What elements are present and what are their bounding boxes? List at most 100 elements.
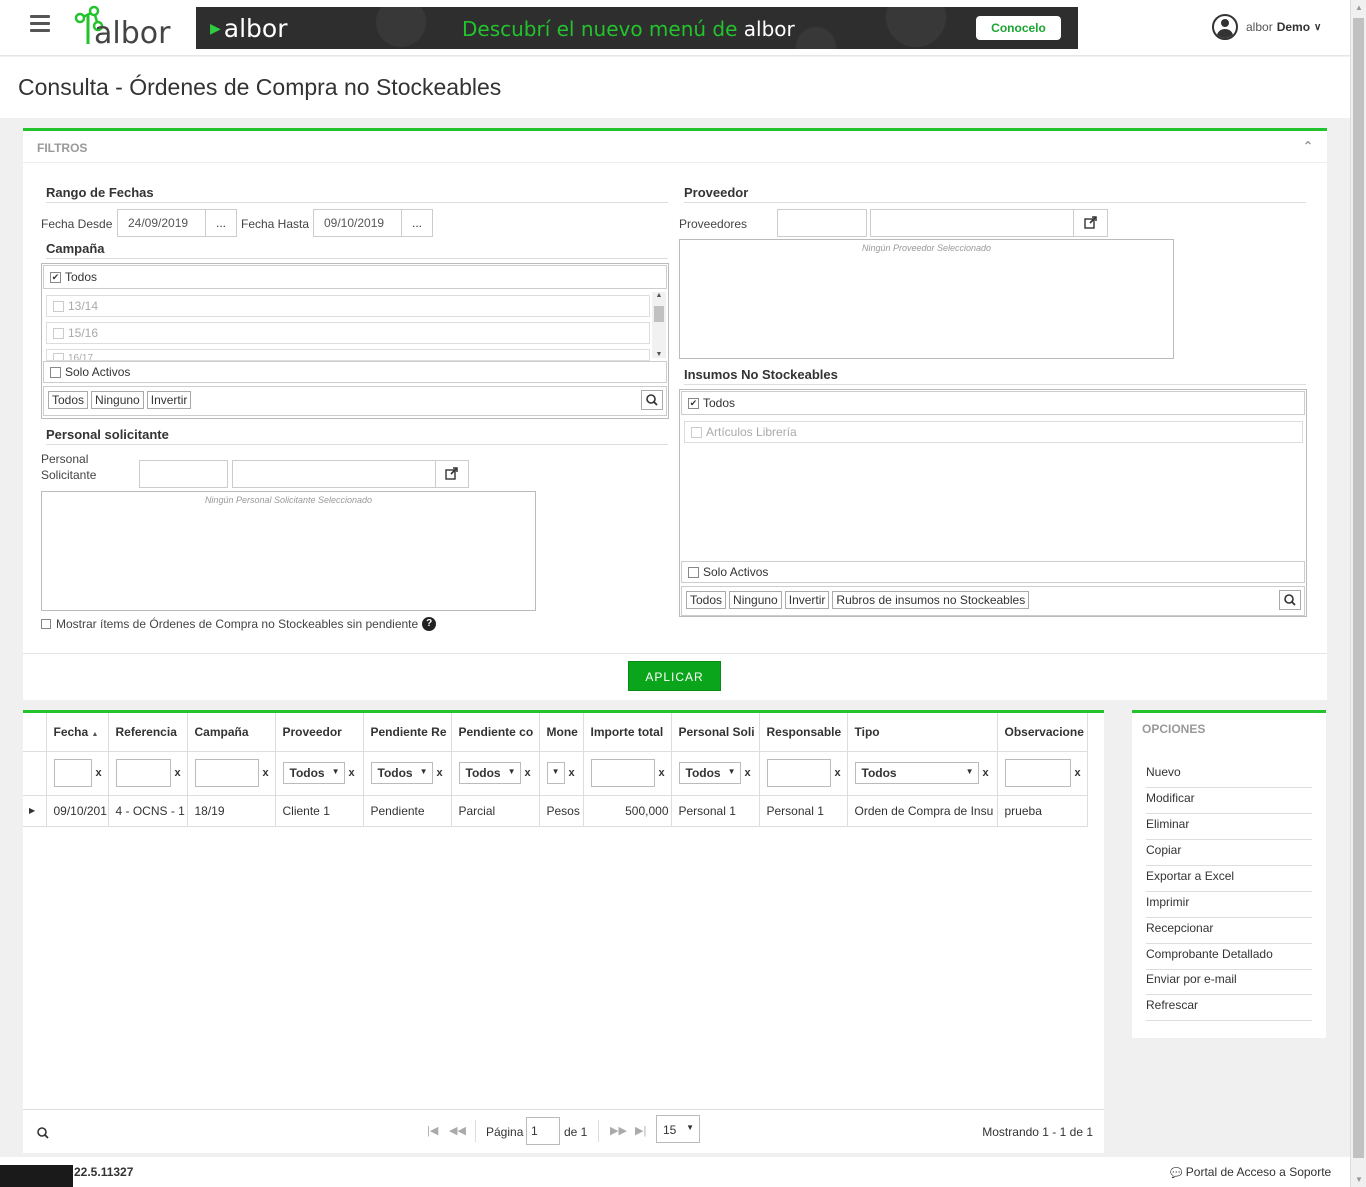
supplies-all-option[interactable]: ✔ Todos xyxy=(681,391,1305,415)
requester-code-input[interactable] xyxy=(139,460,228,488)
option-enviar-email[interactable]: Enviar por e-mail xyxy=(1146,969,1312,995)
column-header-moneda[interactable]: Mone xyxy=(539,713,584,752)
clear-filter-icon[interactable]: x xyxy=(569,767,575,779)
row-expand-icon[interactable]: ▶ xyxy=(23,795,47,827)
clear-filter-icon[interactable]: x xyxy=(437,767,443,779)
column-header-proveedor[interactable]: Proveedor xyxy=(275,713,364,752)
search-icon[interactable] xyxy=(36,1126,50,1140)
column-header-pendiente-compra[interactable]: Pendiente co xyxy=(451,713,540,752)
last-page-icon[interactable]: ▶| xyxy=(635,1124,646,1137)
column-header-personal-solicitante[interactable]: Personal Soli xyxy=(671,713,760,752)
page-number-input[interactable]: 1 xyxy=(526,1117,560,1145)
filter-responsable-input[interactable] xyxy=(766,759,831,787)
campaign-invert-button[interactable]: Invertir xyxy=(146,391,192,409)
option-imprimir[interactable]: Imprimir xyxy=(1146,892,1312,918)
clear-filter-icon[interactable]: x xyxy=(349,767,355,779)
option-comprobante-detallado[interactable]: Comprobante Detallado xyxy=(1146,944,1312,970)
filters-header[interactable]: FILTROS ⌃ xyxy=(23,131,1327,163)
column-header-responsable[interactable]: Responsable xyxy=(759,713,848,752)
filter-fecha-input[interactable] xyxy=(53,759,92,787)
albor-logo[interactable]: albor xyxy=(70,4,180,52)
promo-banner[interactable]: ▶ albor Descubrí el nuevo menú de albor C… xyxy=(196,7,1078,49)
supplies-invert-button[interactable]: Invertir xyxy=(784,591,830,609)
campaign-option[interactable]: 13/14 xyxy=(46,295,650,317)
user-menu[interactable]: albor Demo ∨ xyxy=(1212,14,1321,40)
supplies-categories-button[interactable]: Rubros de insumos no Stockeables xyxy=(832,591,1030,609)
filter-moneda-select[interactable]: ▼ xyxy=(546,762,565,784)
filter-proveedor-select[interactable]: Todos ▼ xyxy=(282,762,345,784)
filter-personal-select[interactable]: Todos ▼ xyxy=(678,762,741,784)
column-header-tipo[interactable]: Tipo xyxy=(847,713,998,752)
collapse-chevron-icon[interactable]: ⌃ xyxy=(1303,139,1313,153)
filter-referencia-input[interactable] xyxy=(115,759,171,787)
support-portal-link[interactable]: 💬 Portal de Acceso a Soporte xyxy=(1170,1165,1331,1179)
first-page-icon[interactable]: |◀ xyxy=(427,1124,438,1137)
filter-tipo-select[interactable]: Todos ▼ xyxy=(854,762,979,784)
option-exportar-excel[interactable]: Exportar a Excel xyxy=(1146,866,1312,892)
option-modificar[interactable]: Modificar xyxy=(1146,788,1312,814)
option-nuevo[interactable]: Nuevo xyxy=(1146,762,1312,788)
show-no-pending-option[interactable]: Mostrar ítems de Órdenes de Compra no St… xyxy=(41,617,437,631)
scroll-up-icon[interactable]: ▲ xyxy=(1355,3,1363,12)
campaign-only-active[interactable]: Solo Activos xyxy=(43,361,667,383)
campaign-all-button[interactable]: Todos xyxy=(48,391,89,409)
supplies-none-button[interactable]: Ninguno xyxy=(729,591,782,609)
cell-campana: 18/19 xyxy=(187,795,276,827)
apply-button[interactable]: APLICAR xyxy=(628,661,721,691)
supplies-only-active[interactable]: Solo Activos xyxy=(681,561,1305,583)
banner-conocelo-button[interactable]: Conocelo xyxy=(976,16,1061,40)
clear-filter-icon[interactable]: x xyxy=(745,767,751,779)
clear-filter-icon[interactable]: x xyxy=(1075,767,1081,779)
filter-importe-input[interactable] xyxy=(590,759,655,787)
scrollbar-thumb[interactable] xyxy=(1353,18,1364,1158)
filter-pendiente-recepcion-select[interactable]: Todos ▼ xyxy=(370,762,433,784)
clear-filter-icon[interactable]: x xyxy=(525,767,531,779)
supplies-search-button[interactable] xyxy=(1279,590,1301,610)
clear-filter-icon[interactable]: x xyxy=(263,767,269,779)
campaign-scrollbar[interactable]: ▲ ▼ xyxy=(652,292,666,358)
campaign-option[interactable]: 16/17 xyxy=(46,349,650,361)
supplier-name-input[interactable] xyxy=(870,209,1074,237)
campaign-option[interactable]: 15/16 xyxy=(46,322,650,344)
date-from-input[interactable]: 24/09/2019 xyxy=(117,209,206,237)
option-recepcionar[interactable]: Recepcionar xyxy=(1146,918,1312,944)
column-header-pendiente-recepcion[interactable]: Pendiente Re xyxy=(363,713,452,752)
supplies-all-button[interactable]: Todos xyxy=(686,591,727,609)
column-header-importe-total[interactable]: Importe total xyxy=(583,713,672,752)
help-icon[interactable]: ? xyxy=(422,617,437,631)
column-header-campana[interactable]: Campaña xyxy=(187,713,276,752)
table-row[interactable]: ▶ 09/10/201 4 - OCNS - 1 18/19 Cliente 1… xyxy=(23,795,1088,827)
option-refrescar[interactable]: Refrescar xyxy=(1146,995,1312,1021)
scroll-down-icon[interactable]: ▼ xyxy=(1355,1175,1363,1184)
clear-filter-icon[interactable]: x xyxy=(983,767,989,779)
supplier-open-button[interactable] xyxy=(1073,209,1108,237)
next-page-icon[interactable]: ▶▶ xyxy=(610,1124,627,1137)
option-copiar[interactable]: Copiar xyxy=(1146,840,1312,866)
panel-divider xyxy=(23,653,1327,654)
requester-open-button[interactable] xyxy=(435,460,469,488)
hamburger-menu-icon[interactable] xyxy=(30,15,50,32)
clear-filter-icon[interactable]: x xyxy=(96,767,102,779)
filter-pendiente-compra-select[interactable]: Todos ▼ xyxy=(458,762,521,784)
filter-campana-input[interactable] xyxy=(194,759,259,787)
clear-filter-icon[interactable]: x xyxy=(175,767,181,779)
prev-page-icon[interactable]: ◀◀ xyxy=(449,1124,466,1137)
requester-name-input[interactable] xyxy=(232,460,436,488)
supplies-option[interactable]: Artículos Librería xyxy=(684,421,1303,443)
campaign-search-button[interactable] xyxy=(641,390,663,410)
supplier-code-input[interactable] xyxy=(777,209,867,237)
page-scrollbar[interactable]: ▲ ▼ xyxy=(1350,0,1366,1187)
column-header-observaciones[interactable]: Observacione xyxy=(997,713,1088,752)
campaign-all-option[interactable]: ✔ Todos xyxy=(43,265,667,289)
clear-filter-icon[interactable]: x xyxy=(835,767,841,779)
campaign-none-button[interactable]: Ninguno xyxy=(91,391,144,409)
column-header-referencia[interactable]: Referencia xyxy=(108,713,188,752)
clear-filter-icon[interactable]: x xyxy=(659,767,665,779)
filter-observaciones-input[interactable] xyxy=(1004,759,1071,787)
date-to-input[interactable]: 09/10/2019 xyxy=(313,209,402,237)
column-header-fecha[interactable]: Fecha ▲ xyxy=(46,713,109,752)
date-from-picker-button[interactable]: ... xyxy=(205,209,237,237)
option-eliminar[interactable]: Eliminar xyxy=(1146,814,1312,840)
page-size-select[interactable]: 15 ▼ xyxy=(656,1115,700,1143)
date-to-picker-button[interactable]: ... xyxy=(401,209,433,237)
